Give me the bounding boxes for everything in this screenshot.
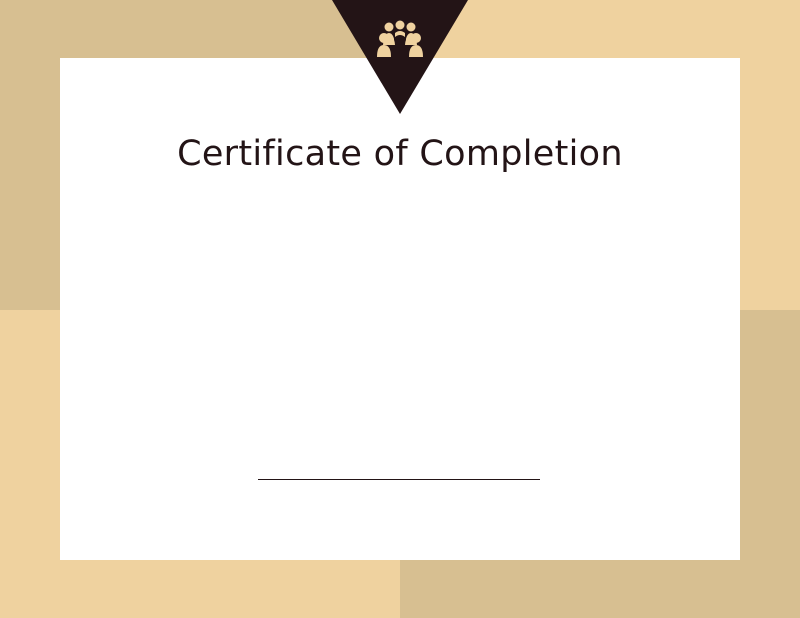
signature-line [258, 479, 540, 480]
certificate-title: Certificate of Completion [177, 134, 623, 174]
group-people-icon [332, 0, 468, 114]
badge-triangle [332, 0, 468, 114]
